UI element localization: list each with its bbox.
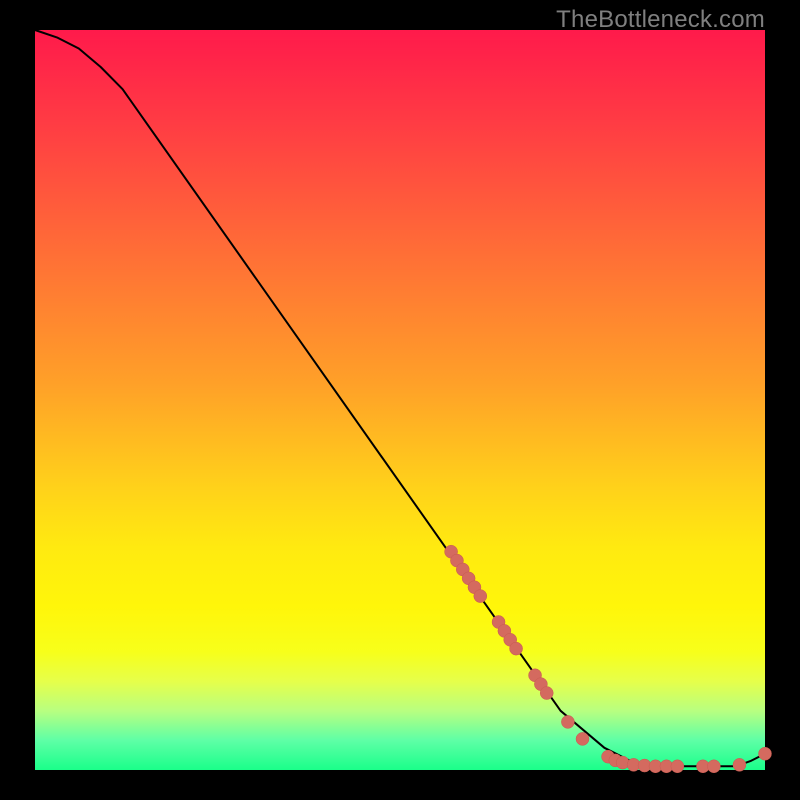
data-marker xyxy=(576,732,589,745)
data-marker xyxy=(561,715,574,728)
data-marker xyxy=(540,687,553,700)
curve-line xyxy=(35,30,765,766)
data-marker xyxy=(474,590,487,603)
markers-group xyxy=(445,545,772,773)
data-marker xyxy=(759,747,772,760)
data-marker xyxy=(616,756,629,769)
data-marker xyxy=(510,642,523,655)
chart-stage: TheBottleneck.com xyxy=(0,0,800,800)
data-marker xyxy=(733,758,746,771)
chart-svg xyxy=(35,30,765,770)
data-marker xyxy=(707,760,720,773)
data-marker xyxy=(671,760,684,773)
watermark-label: TheBottleneck.com xyxy=(556,6,765,34)
chart-plot-area xyxy=(35,30,765,770)
